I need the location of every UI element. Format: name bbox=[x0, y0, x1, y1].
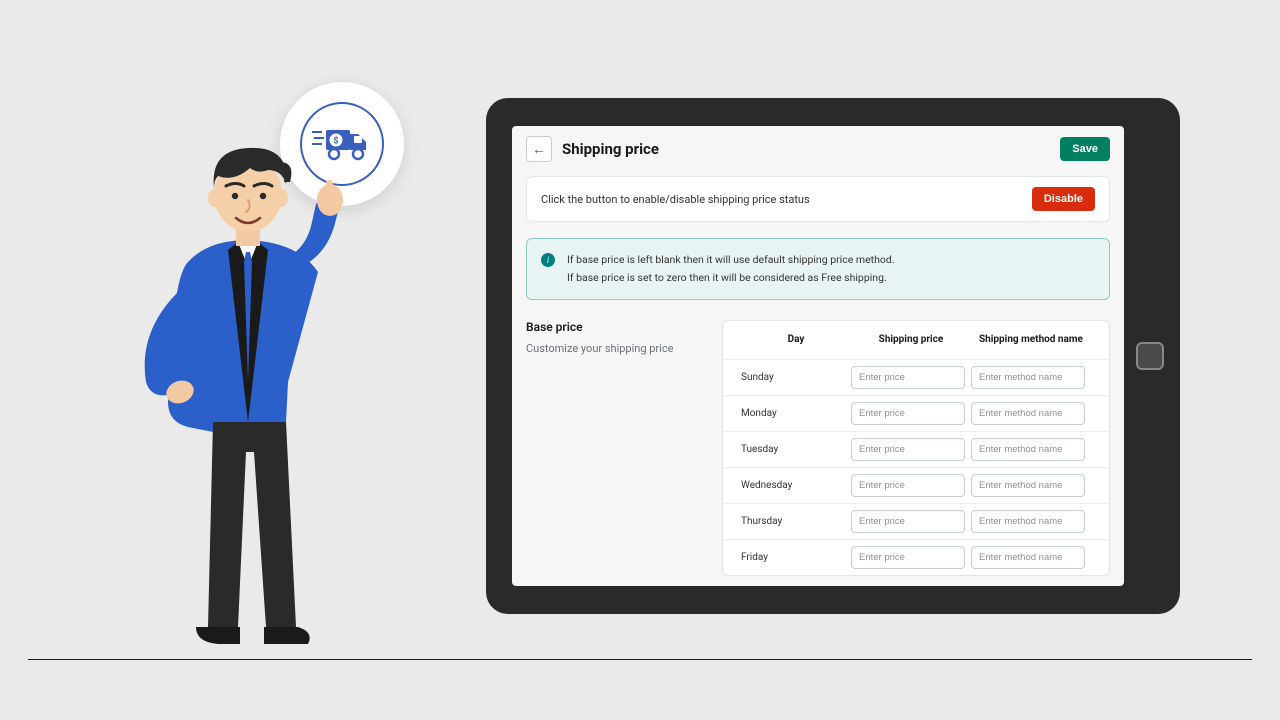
price-input[interactable] bbox=[851, 474, 965, 497]
app-screen: ← Shipping price Save Click the button t… bbox=[512, 126, 1124, 586]
info-line-2: If base price is set to zero then it wil… bbox=[567, 269, 895, 287]
back-button[interactable]: ← bbox=[526, 136, 552, 162]
day-cell: Sunday bbox=[741, 372, 851, 383]
day-cell: Friday bbox=[741, 552, 851, 563]
info-icon: i bbox=[541, 253, 555, 267]
price-input[interactable] bbox=[851, 366, 965, 389]
method-input[interactable] bbox=[971, 474, 1085, 497]
section-description: Base price Customize your shipping price bbox=[526, 320, 702, 576]
table-row: Monday bbox=[723, 395, 1109, 431]
col-day: Day bbox=[741, 334, 851, 345]
base-price-table: Day Shipping price Shipping method name … bbox=[722, 320, 1110, 576]
day-cell: Thursday bbox=[741, 516, 851, 527]
method-input[interactable] bbox=[971, 546, 1085, 569]
status-text: Click the button to enable/disable shipp… bbox=[541, 193, 810, 206]
table-row: Wednesday bbox=[723, 467, 1109, 503]
info-line-1: If base price is left blank then it will… bbox=[567, 251, 895, 269]
col-price: Shipping price bbox=[851, 334, 971, 345]
page-title: Shipping price bbox=[562, 140, 659, 158]
status-card: Click the button to enable/disable shipp… bbox=[526, 176, 1110, 222]
arrow-left-icon: ← bbox=[532, 141, 546, 158]
method-input[interactable] bbox=[971, 510, 1085, 533]
method-input[interactable] bbox=[971, 402, 1085, 425]
method-input[interactable] bbox=[971, 366, 1085, 389]
method-input[interactable] bbox=[971, 438, 1085, 461]
table-row: Tuesday bbox=[723, 431, 1109, 467]
section-subtitle: Customize your shipping price bbox=[526, 342, 702, 355]
price-input[interactable] bbox=[851, 438, 965, 461]
table-row: Thursday bbox=[723, 503, 1109, 539]
header-bar: ← Shipping price Save bbox=[526, 136, 1110, 162]
info-text: If base price is left blank then it will… bbox=[567, 251, 895, 287]
price-input[interactable] bbox=[851, 510, 965, 533]
table-row: Sunday bbox=[723, 359, 1109, 395]
day-cell: Tuesday bbox=[741, 444, 851, 455]
section-title: Base price bbox=[526, 320, 702, 334]
tablet-frame: ← Shipping price Save Click the button t… bbox=[486, 98, 1180, 614]
price-input[interactable] bbox=[851, 402, 965, 425]
col-method: Shipping method name bbox=[971, 334, 1091, 345]
businessman-illustration bbox=[118, 122, 378, 662]
table-header: Day Shipping price Shipping method name bbox=[723, 321, 1109, 359]
disable-button[interactable]: Disable bbox=[1032, 187, 1095, 211]
day-cell: Monday bbox=[741, 408, 851, 419]
info-banner: i If base price is left blank then it wi… bbox=[526, 238, 1110, 300]
table-row: Friday bbox=[723, 539, 1109, 575]
price-input[interactable] bbox=[851, 546, 965, 569]
save-button[interactable]: Save bbox=[1060, 137, 1110, 161]
day-cell: Wednesday bbox=[741, 480, 851, 491]
tablet-home-button bbox=[1136, 342, 1164, 370]
